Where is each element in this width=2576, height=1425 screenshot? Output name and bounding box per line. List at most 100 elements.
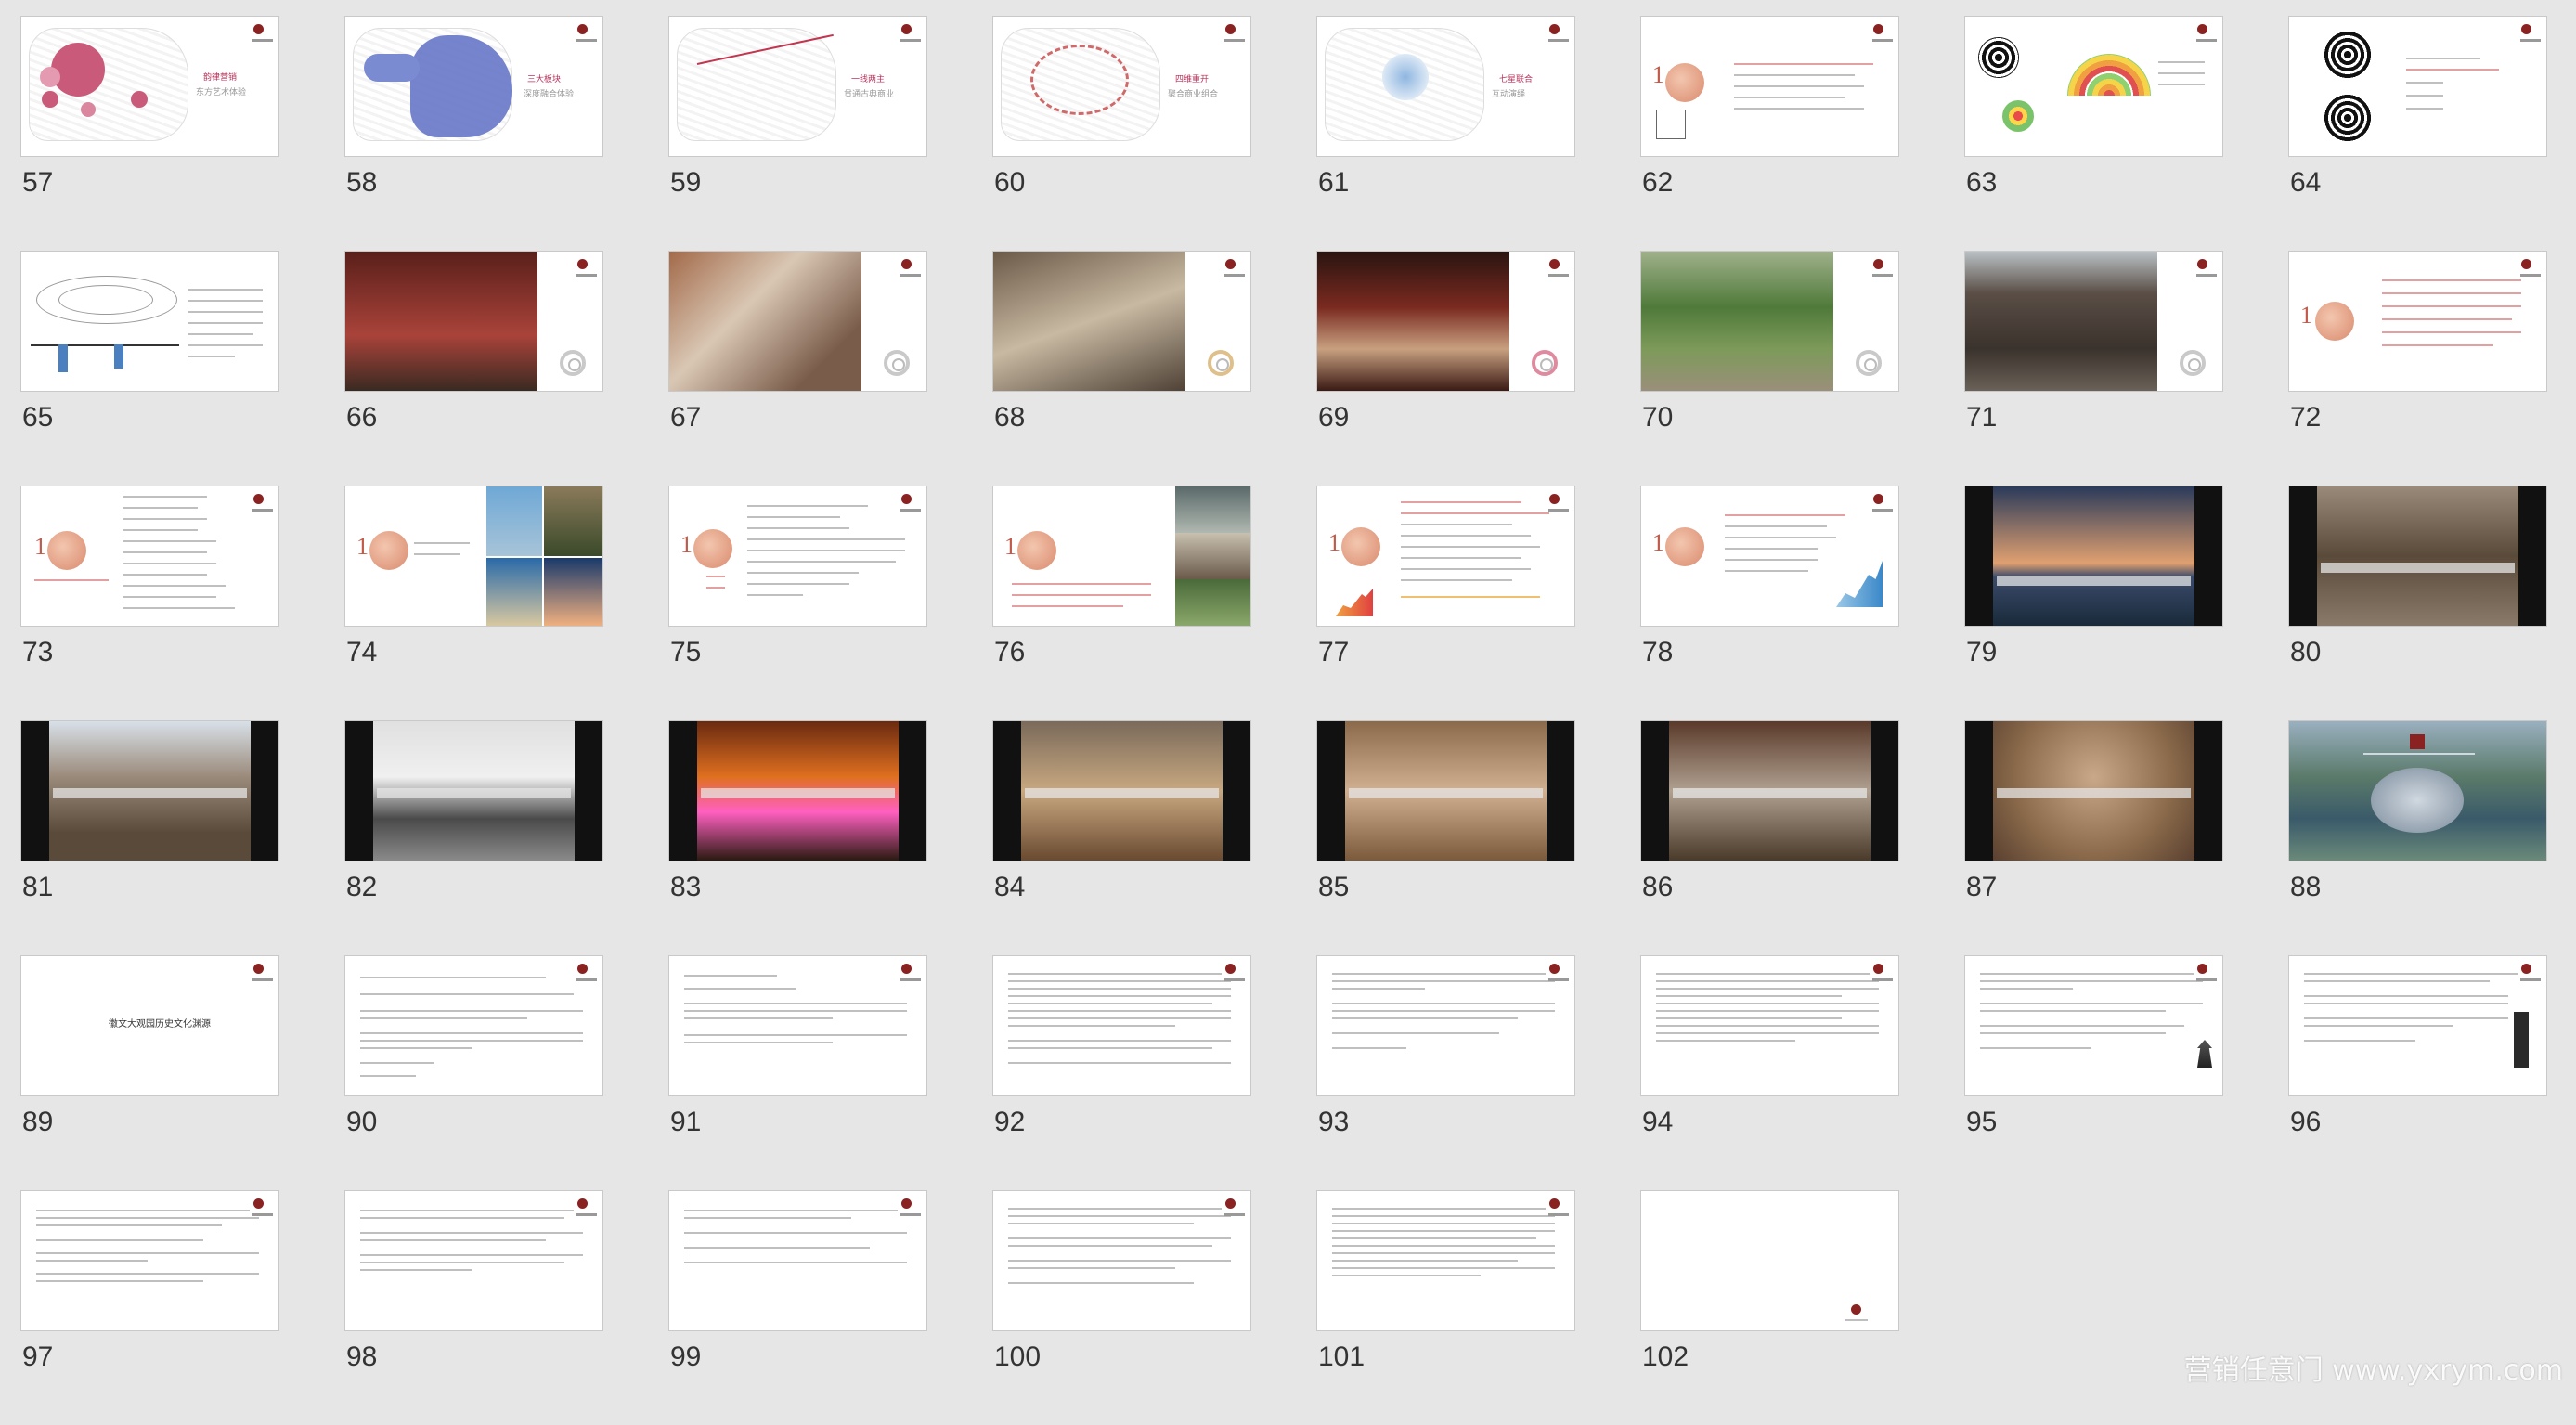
text-line: [1008, 1223, 1194, 1224]
slide-94[interactable]: 94: [1640, 955, 1899, 1190]
slide-81[interactable]: 81: [20, 720, 279, 955]
slide-71[interactable]: 71: [1964, 251, 2223, 486]
slide-99[interactable]: 99: [668, 1190, 927, 1425]
slide-thumbnail[interactable]: [1316, 251, 1575, 392]
slide-thumbnail[interactable]: [992, 1190, 1251, 1331]
slide-98[interactable]: 98: [344, 1190, 603, 1425]
slide-70[interactable]: 70: [1640, 251, 1899, 486]
slide-thumbnail[interactable]: [344, 955, 603, 1096]
slide-thumbnail[interactable]: [992, 955, 1251, 1096]
slide-thumbnail[interactable]: [1640, 955, 1899, 1096]
slide-101[interactable]: 101: [1316, 1190, 1575, 1425]
slide-96[interactable]: 96: [2288, 955, 2547, 1190]
slide-87[interactable]: 87: [1964, 720, 2223, 955]
slide-75[interactable]: 1 75: [668, 486, 927, 720]
slide-thumbnail[interactable]: [1964, 955, 2223, 1096]
slide-60[interactable]: 四维重开 聚合商业组合 60: [992, 16, 1251, 251]
slide-66[interactable]: 66: [344, 251, 603, 486]
slide-86[interactable]: 86: [1640, 720, 1899, 955]
slide-91[interactable]: 91: [668, 955, 927, 1190]
slide-95[interactable]: 95: [1964, 955, 2223, 1190]
slide-thumbnail[interactable]: 七星联合 互动演绎: [1316, 16, 1575, 157]
slide-thumbnail[interactable]: [20, 1190, 279, 1331]
slide-thumbnail[interactable]: 1: [1316, 486, 1575, 627]
slide-thumbnail[interactable]: [1316, 1190, 1575, 1331]
slide-thumbnail[interactable]: 一线两主 贯通古典商业: [668, 16, 927, 157]
text-line: [1656, 1017, 1842, 1019]
slide-thumbnail[interactable]: [1316, 955, 1575, 1096]
slide-thumbnail[interactable]: [1964, 16, 2223, 157]
slide-thumbnail[interactable]: [344, 720, 603, 861]
slide-88[interactable]: 88: [2288, 720, 2547, 955]
slide-72[interactable]: 1 72: [2288, 251, 2547, 486]
text-line: [706, 587, 725, 589]
slide-90[interactable]: 90: [344, 955, 603, 1190]
slide-thumbnail[interactable]: [20, 720, 279, 861]
slide-85[interactable]: 85: [1316, 720, 1575, 955]
slide-thumbnail[interactable]: [668, 251, 927, 392]
slide-76[interactable]: 1 76: [992, 486, 1251, 720]
slide-thumbnail[interactable]: [2288, 16, 2547, 157]
slide-57[interactable]: 韵律营销 东方艺术体验 57: [20, 16, 279, 251]
slide-59[interactable]: 一线两主 贯通古典商业 59: [668, 16, 927, 251]
slide-thumbnail[interactable]: [2288, 955, 2547, 1096]
slide-80[interactable]: 80: [2288, 486, 2547, 720]
slide-97[interactable]: 97: [20, 1190, 279, 1425]
slide-62[interactable]: 1 62: [1640, 16, 1899, 251]
slide-thumbnail[interactable]: 三大板块 深度融合体验: [344, 16, 603, 157]
slide-thumbnail[interactable]: 1: [2288, 251, 2547, 392]
text-line: [1725, 525, 1827, 527]
slide-89[interactable]: 徽文大观园历史文化渊源 89: [20, 955, 279, 1190]
slide-thumbnail[interactable]: 1: [1640, 486, 1899, 627]
slide-thumbnail[interactable]: [1640, 720, 1899, 861]
text-line: [1008, 973, 1222, 975]
slide-77[interactable]: 1 77: [1316, 486, 1575, 720]
slide-73[interactable]: 1 73: [20, 486, 279, 720]
slide-thumbnail[interactable]: 1: [992, 486, 1251, 627]
slide-61[interactable]: 七星联合 互动演绎 61: [1316, 16, 1575, 251]
slide-thumbnail[interactable]: [1640, 251, 1899, 392]
slide-92[interactable]: 92: [992, 955, 1251, 1190]
slide-thumbnail[interactable]: [2288, 486, 2547, 627]
slide-thumbnail[interactable]: [20, 251, 279, 392]
slide-74[interactable]: 1 74: [344, 486, 603, 720]
slide-thumbnail[interactable]: [668, 1190, 927, 1331]
slide-thumbnail[interactable]: [1964, 486, 2223, 627]
slide-number: 83: [670, 872, 702, 902]
slide-thumbnail[interactable]: 韵律营销 东方艺术体验: [20, 16, 279, 157]
slide-thumbnail[interactable]: [992, 251, 1251, 392]
slide-84[interactable]: 84: [992, 720, 1251, 955]
slide-thumbnail[interactable]: [344, 1190, 603, 1331]
slide-67[interactable]: 67: [668, 251, 927, 486]
slide-102[interactable]: 102: [1640, 1190, 1899, 1425]
slide-thumbnail[interactable]: [992, 720, 1251, 861]
slide-thumbnail[interactable]: [668, 955, 927, 1096]
slide-thumbnail[interactable]: [2288, 720, 2547, 861]
slide-thumbnail[interactable]: 1: [20, 486, 279, 627]
slide-82[interactable]: 82: [344, 720, 603, 955]
site-plan-sketch: [677, 28, 836, 141]
slide-100[interactable]: 100: [992, 1190, 1251, 1425]
slide-thumbnail[interactable]: 1: [344, 486, 603, 627]
slide-thumbnail[interactable]: 1: [1640, 16, 1899, 157]
slide-thumbnail[interactable]: 1: [668, 486, 927, 627]
slide-thumbnail[interactable]: [344, 251, 603, 392]
slide-thumbnail[interactable]: 徽文大观园历史文化渊源: [20, 955, 279, 1096]
slide-thumbnail[interactable]: [1640, 1190, 1899, 1331]
slide-58[interactable]: 三大板块 深度融合体验 58: [344, 16, 603, 251]
slide-thumbnail[interactable]: [668, 720, 927, 861]
slide-93[interactable]: 93: [1316, 955, 1575, 1190]
text-line: [2406, 58, 2480, 59]
slide-thumbnail[interactable]: 四维重开 聚合商业组合: [992, 16, 1251, 157]
slide-79[interactable]: 79: [1964, 486, 2223, 720]
slide-63[interactable]: 63: [1964, 16, 2223, 251]
slide-thumbnail[interactable]: [1964, 720, 2223, 861]
slide-78[interactable]: 1 78: [1640, 486, 1899, 720]
slide-83[interactable]: 83: [668, 720, 927, 955]
slide-thumbnail[interactable]: [1316, 720, 1575, 861]
slide-64[interactable]: 64: [2288, 16, 2547, 251]
slide-68[interactable]: 68: [992, 251, 1251, 486]
slide-thumbnail[interactable]: [1964, 251, 2223, 392]
slide-65[interactable]: 65: [20, 251, 279, 486]
slide-69[interactable]: 69: [1316, 251, 1575, 486]
